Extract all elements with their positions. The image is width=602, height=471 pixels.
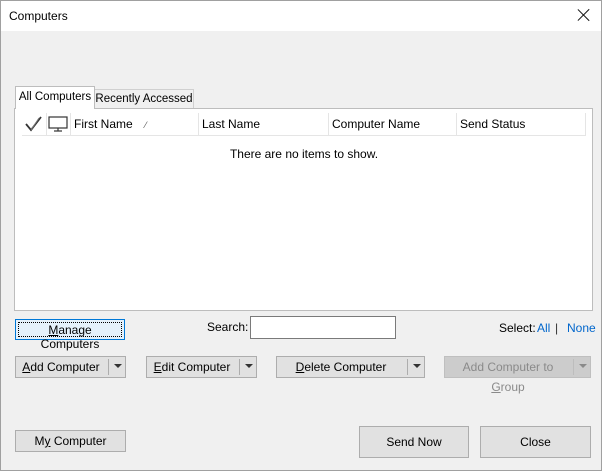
column-header-last-name[interactable]: Last Name [199, 113, 329, 135]
add-computer-label[interactable]: Add Computer [16, 357, 106, 377]
my-computer-button[interactable]: My Computer [15, 430, 126, 452]
select-all-link[interactable]: All [537, 321, 550, 335]
edit-computer-label[interactable]: Edit Computer [147, 357, 237, 377]
search-input[interactable] [250, 316, 396, 339]
close-icon[interactable] [575, 6, 593, 24]
send-now-button[interactable]: Send Now [359, 426, 469, 458]
manage-computers-button[interactable]: Manage Computers [15, 319, 125, 351]
title-bar: Computers [1, 1, 601, 31]
list-header: First Name ⁄ Last Name Computer Name Sen… [22, 113, 586, 136]
delete-computer-label[interactable]: Delete Computer [277, 357, 405, 377]
column-header-computer-name[interactable]: Computer Name [329, 113, 457, 135]
edit-computer-button[interactable]: Edit Computer [146, 356, 257, 378]
checkmark-icon [25, 116, 42, 132]
chevron-down-icon[interactable] [413, 364, 421, 368]
chevron-down-icon[interactable] [245, 364, 253, 368]
select-label: Select: [499, 321, 536, 335]
add-computer-to-group-button[interactable]: Add Computer to Group [444, 356, 591, 394]
add-computer-button[interactable]: Add Computer [15, 356, 126, 378]
manage-computers-label: Manage Computers [18, 322, 122, 351]
computers-dialog: Computers All Computers Recently Accesse… [0, 0, 602, 471]
delete-computer-button[interactable]: Delete Computer [276, 356, 425, 378]
select-separator: | [555, 321, 559, 335]
tab-all-computers[interactable]: All Computers [15, 86, 95, 109]
tab-panel: First Name ⁄ Last Name Computer Name Sen… [14, 108, 593, 311]
window-title: Computers [9, 9, 68, 23]
search-label: Search: [207, 320, 249, 334]
select-none-link[interactable]: None [567, 321, 596, 335]
column-header-check[interactable] [22, 113, 47, 135]
sort-ascending-icon: ⁄ [145, 120, 147, 130]
column-header-monitor[interactable] [47, 113, 71, 135]
tab-recently-accessed[interactable]: Recently Accessed [94, 89, 194, 108]
column-header-first-name[interactable]: First Name ⁄ [71, 113, 199, 135]
computer-list[interactable]: First Name ⁄ Last Name Computer Name Sen… [22, 113, 586, 305]
close-button[interactable]: Close [480, 426, 591, 458]
add-computer-to-group-label: Add Computer to Group [462, 360, 554, 394]
chevron-down-icon [579, 364, 587, 368]
first-name-label: First Name [74, 117, 133, 131]
monitor-icon [48, 116, 68, 132]
chevron-down-icon[interactable] [114, 364, 122, 368]
column-header-send-status[interactable]: Send Status [457, 113, 586, 135]
empty-list-message: There are no items to show. [229, 147, 379, 161]
